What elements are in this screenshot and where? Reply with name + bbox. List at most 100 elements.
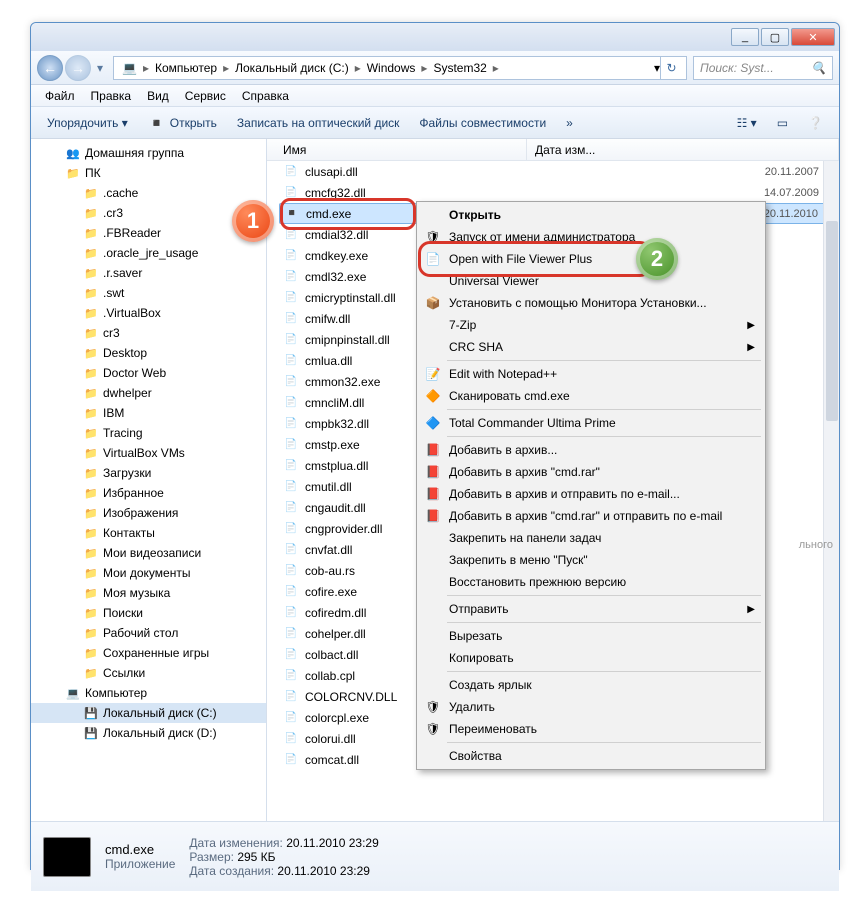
context-menu[interactable]: Открыть🛡Запуск от имени администратора📄O… bbox=[416, 201, 766, 770]
menu-правка[interactable]: Правка bbox=[83, 89, 140, 103]
refresh-icon[interactable]: ↻ bbox=[660, 57, 682, 79]
ctx-item[interactable]: Открыть bbox=[419, 204, 763, 226]
ctx-item[interactable]: 🛡Переименовать bbox=[419, 718, 763, 740]
minimize-button[interactable]: _ bbox=[731, 28, 759, 46]
ctx-item[interactable]: 🛡Удалить bbox=[419, 696, 763, 718]
sidebar-folder-.cr3[interactable]: 📁.cr3 bbox=[31, 203, 266, 223]
sidebar-folder-dwhelper[interactable]: 📁dwhelper bbox=[31, 383, 266, 403]
sidebar-folder-Мои видеозаписи[interactable]: 📁Мои видеозаписи bbox=[31, 543, 266, 563]
ctx-item[interactable]: Вырезать bbox=[419, 625, 763, 647]
ctx-item[interactable]: 📕Добавить в архив и отправить по e-mail.… bbox=[419, 483, 763, 505]
sidebar-folder-.FBReader[interactable]: 📁.FBReader bbox=[31, 223, 266, 243]
scrollbar[interactable] bbox=[823, 161, 839, 821]
breadcrumb[interactable]: 💻 ▸ Компьютер ▸ Локальный диск (C:) ▸ Wi… bbox=[113, 56, 687, 80]
file-name: cngaudit.dll bbox=[305, 501, 366, 515]
close-button[interactable]: ✕ bbox=[791, 28, 835, 46]
burn-button[interactable]: Записать на оптический диск bbox=[227, 116, 410, 130]
search-placeholder: Поиск: Syst... bbox=[700, 61, 774, 75]
sidebar-folder-Сохраненные игры[interactable]: 📁Сохраненные игры bbox=[31, 643, 266, 663]
column-name[interactable]: Имя bbox=[275, 139, 527, 160]
ctx-item[interactable]: 🔶Сканировать cmd.exe bbox=[419, 385, 763, 407]
sidebar-folder-.VirtualBox[interactable]: 📁.VirtualBox bbox=[31, 303, 266, 323]
ctx-item[interactable]: CRC SHA▶ bbox=[419, 336, 763, 358]
ctx-item[interactable]: 📕Добавить в архив "cmd.rar" и отправить … bbox=[419, 505, 763, 527]
ctx-item[interactable]: Universal Viewer bbox=[419, 270, 763, 292]
menu-файл[interactable]: Файл bbox=[37, 89, 83, 103]
ctx-item[interactable]: Закрепить на панели задач bbox=[419, 527, 763, 549]
ctx-item[interactable]: Свойства bbox=[419, 745, 763, 767]
file-icon: 📄 bbox=[283, 689, 299, 705]
more-button[interactable]: » bbox=[556, 116, 583, 130]
bc-computer[interactable]: Компьютер bbox=[151, 61, 221, 75]
ctx-item[interactable]: 🔷Total Commander Ultima Prime bbox=[419, 412, 763, 434]
ctx-item[interactable]: 📄Open with File Viewer Plus bbox=[419, 248, 763, 270]
back-button[interactable]: ← bbox=[37, 55, 63, 81]
sidebar-Домашняя группа[interactable]: 👥Домашняя группа bbox=[31, 143, 266, 163]
help-button[interactable]: ❔ bbox=[798, 116, 833, 130]
sidebar-folder-Ссылки[interactable]: 📁Ссылки bbox=[31, 663, 266, 683]
ctx-label: Вырезать bbox=[449, 629, 502, 643]
bc-computer-icon[interactable]: 💻 bbox=[118, 61, 141, 75]
sidebar-folder-Загрузки[interactable]: 📁Загрузки bbox=[31, 463, 266, 483]
ctx-item[interactable]: 📝Edit with Notepad++ bbox=[419, 363, 763, 385]
ctx-icon: 🔶 bbox=[423, 386, 443, 406]
sidebar-folder-VirtualBox VMs[interactable]: 📁VirtualBox VMs bbox=[31, 443, 266, 463]
compat-button[interactable]: Файлы совместимости bbox=[409, 116, 556, 130]
bc-windows[interactable]: Windows bbox=[363, 61, 420, 75]
ctx-item[interactable]: 📦Установить с помощью Монитора Установки… bbox=[419, 292, 763, 314]
submenu-arrow-icon: ▶ bbox=[747, 342, 755, 353]
view-options-button[interactable]: ☷ ▾ bbox=[727, 116, 767, 130]
sidebar-folder-Doctor Web[interactable]: 📁Doctor Web bbox=[31, 363, 266, 383]
menu-сервис[interactable]: Сервис bbox=[177, 89, 234, 103]
sidebar-folder-IBM[interactable]: 📁IBM bbox=[31, 403, 266, 423]
sidebar-folder-Поиски[interactable]: 📁Поиски bbox=[31, 603, 266, 623]
ctx-item[interactable]: 🛡Запуск от имени администратора bbox=[419, 226, 763, 248]
ctx-item[interactable]: 📕Добавить в архив... bbox=[419, 439, 763, 461]
ctx-item[interactable]: Закрепить в меню "Пуск" bbox=[419, 549, 763, 571]
ctx-icon: 📕 bbox=[423, 506, 443, 526]
ctx-item[interactable]: Копировать bbox=[419, 647, 763, 669]
tree-label: IBM bbox=[103, 406, 124, 420]
file-row[interactable]: 📄cmcfg32.dll14.07.2009 bbox=[279, 182, 839, 203]
ctx-icon: 📕 bbox=[423, 484, 443, 504]
menu-вид[interactable]: Вид bbox=[139, 89, 177, 103]
ctx-item[interactable]: 📕Добавить в архив "cmd.rar" bbox=[419, 461, 763, 483]
preview-pane-button[interactable]: ▭ bbox=[767, 116, 798, 130]
organize-button[interactable]: Упорядочить ▾ bbox=[37, 116, 138, 130]
bc-system32[interactable]: System32 bbox=[429, 61, 490, 75]
ctx-item[interactable]: 7-Zip▶ bbox=[419, 314, 763, 336]
search-input[interactable]: Поиск: Syst... 🔍 bbox=[693, 56, 833, 80]
file-icon: 📄 bbox=[283, 185, 299, 201]
tree-label: Desktop bbox=[103, 346, 147, 360]
sidebar-folder-.swt[interactable]: 📁.swt bbox=[31, 283, 266, 303]
ctx-item[interactable]: Отправить▶ bbox=[419, 598, 763, 620]
column-date[interactable]: Дата изм... bbox=[527, 139, 839, 160]
sidebar-folder-Избранное[interactable]: 📁Избранное bbox=[31, 483, 266, 503]
nav-history-dropdown[interactable]: ▾ bbox=[93, 61, 107, 75]
menu-справка[interactable]: Справка bbox=[234, 89, 297, 103]
sidebar-computer[interactable]: 💻Компьютер bbox=[31, 683, 266, 703]
sidebar-folder-.cache[interactable]: 📁.cache bbox=[31, 183, 266, 203]
sidebar-ПК[interactable]: 📁ПК bbox=[31, 163, 266, 183]
forward-button[interactable]: → bbox=[65, 55, 91, 81]
sidebar-folder-Мои документы[interactable]: 📁Мои документы bbox=[31, 563, 266, 583]
sidebar-folder-cr3[interactable]: 📁cr3 bbox=[31, 323, 266, 343]
sidebar-drive-1[interactable]: 💾Локальный диск (D:) bbox=[31, 723, 266, 743]
sidebar-folder-Desktop[interactable]: 📁Desktop bbox=[31, 343, 266, 363]
sidebar-folder-Контакты[interactable]: 📁Контакты bbox=[31, 523, 266, 543]
folder-icon: 📁 bbox=[83, 325, 99, 341]
sidebar-folder-Моя музыка[interactable]: 📁Моя музыка bbox=[31, 583, 266, 603]
sidebar-drive-0[interactable]: 💾Локальный диск (C:) bbox=[31, 703, 266, 723]
maximize-button[interactable]: ▢ bbox=[761, 28, 789, 46]
sidebar-folder-.r.saver[interactable]: 📁.r.saver bbox=[31, 263, 266, 283]
scrollbar-thumb[interactable] bbox=[826, 221, 838, 421]
file-row[interactable]: 📄clusapi.dll20.11.2007 bbox=[279, 161, 839, 182]
sidebar-folder-Изображения[interactable]: 📁Изображения bbox=[31, 503, 266, 523]
open-button[interactable]: ◾ Открыть bbox=[138, 114, 227, 132]
sidebar-folder-Рабочий стол[interactable]: 📁Рабочий стол bbox=[31, 623, 266, 643]
ctx-item[interactable]: Восстановить прежнюю версию bbox=[419, 571, 763, 593]
ctx-item[interactable]: Создать ярлык bbox=[419, 674, 763, 696]
sidebar-folder-.oracle_jre_usage[interactable]: 📁.oracle_jre_usage bbox=[31, 243, 266, 263]
bc-disk-c[interactable]: Локальный диск (C:) bbox=[231, 61, 353, 75]
sidebar-folder-Tracing[interactable]: 📁Tracing bbox=[31, 423, 266, 443]
